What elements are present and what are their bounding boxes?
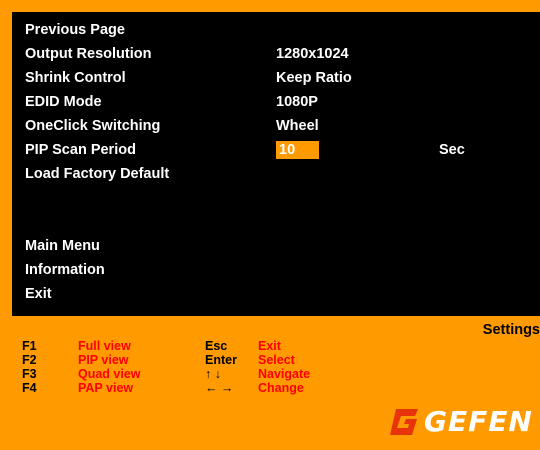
menu-item-shrink-control[interactable]: Shrink Control Keep Ratio: [25, 66, 540, 90]
key-legend: F1 Full view Esc Exit F2 PIP view Enter …: [0, 338, 540, 402]
shrink-control-value[interactable]: Keep Ratio: [276, 66, 352, 90]
menu-item-label: Exit: [25, 286, 52, 302]
pip-scan-period-unit: Sec: [439, 142, 465, 158]
menu-item-pip-scan-period[interactable]: PIP Scan Period 10 Sec: [25, 138, 540, 162]
gefen-logo: GEFEN: [388, 403, 538, 443]
oneclick-switching-value[interactable]: Wheel: [276, 114, 319, 138]
menu-item-oneclick-switching[interactable]: OneClick Switching Wheel: [25, 114, 540, 138]
output-resolution-value[interactable]: 1280x1024: [276, 42, 349, 66]
menu-item-label: Information: [25, 262, 105, 278]
legend-function: PAP view: [78, 381, 134, 395]
legend-key: ← →: [205, 381, 234, 395]
legend-row: F4 PAP view ← → Change: [0, 380, 540, 396]
menu-item-label: EDID Mode: [25, 94, 102, 110]
menu-item-main-menu[interactable]: Main Menu: [25, 234, 540, 258]
menu-item-label: OneClick Switching: [25, 118, 161, 134]
edid-mode-value[interactable]: 1080P: [276, 90, 318, 114]
legend-key: F4: [22, 381, 37, 395]
logo-text: GEFEN: [424, 405, 533, 438]
menu-item-label: Load Factory Default: [25, 166, 170, 182]
menu-item-output-resolution[interactable]: Output Resolution 1280x1024: [25, 42, 540, 66]
menu-item-label: Main Menu: [25, 238, 100, 254]
menu-item-previous-page[interactable]: Previous Page: [25, 18, 540, 42]
menu-item-label: Shrink Control: [25, 70, 126, 86]
pip-scan-period-input[interactable]: 10: [276, 141, 319, 159]
menu-item-label: Previous Page: [25, 22, 125, 38]
osd-menu-panel: Previous Page Output Resolution 1280x102…: [12, 12, 540, 316]
menu-item-label: Output Resolution: [25, 46, 152, 62]
menu-item-load-factory-default[interactable]: Load Factory Default: [25, 162, 540, 186]
gefen-g-icon: [390, 409, 418, 435]
menu-item-information[interactable]: Information: [25, 258, 540, 282]
legend-action: Change: [258, 381, 304, 395]
page-title: Settings: [482, 322, 540, 338]
menu-item-edid-mode[interactable]: EDID Mode 1080P: [25, 90, 540, 114]
menu-item-exit[interactable]: Exit: [25, 282, 540, 306]
menu-item-label: PIP Scan Period: [25, 142, 136, 158]
